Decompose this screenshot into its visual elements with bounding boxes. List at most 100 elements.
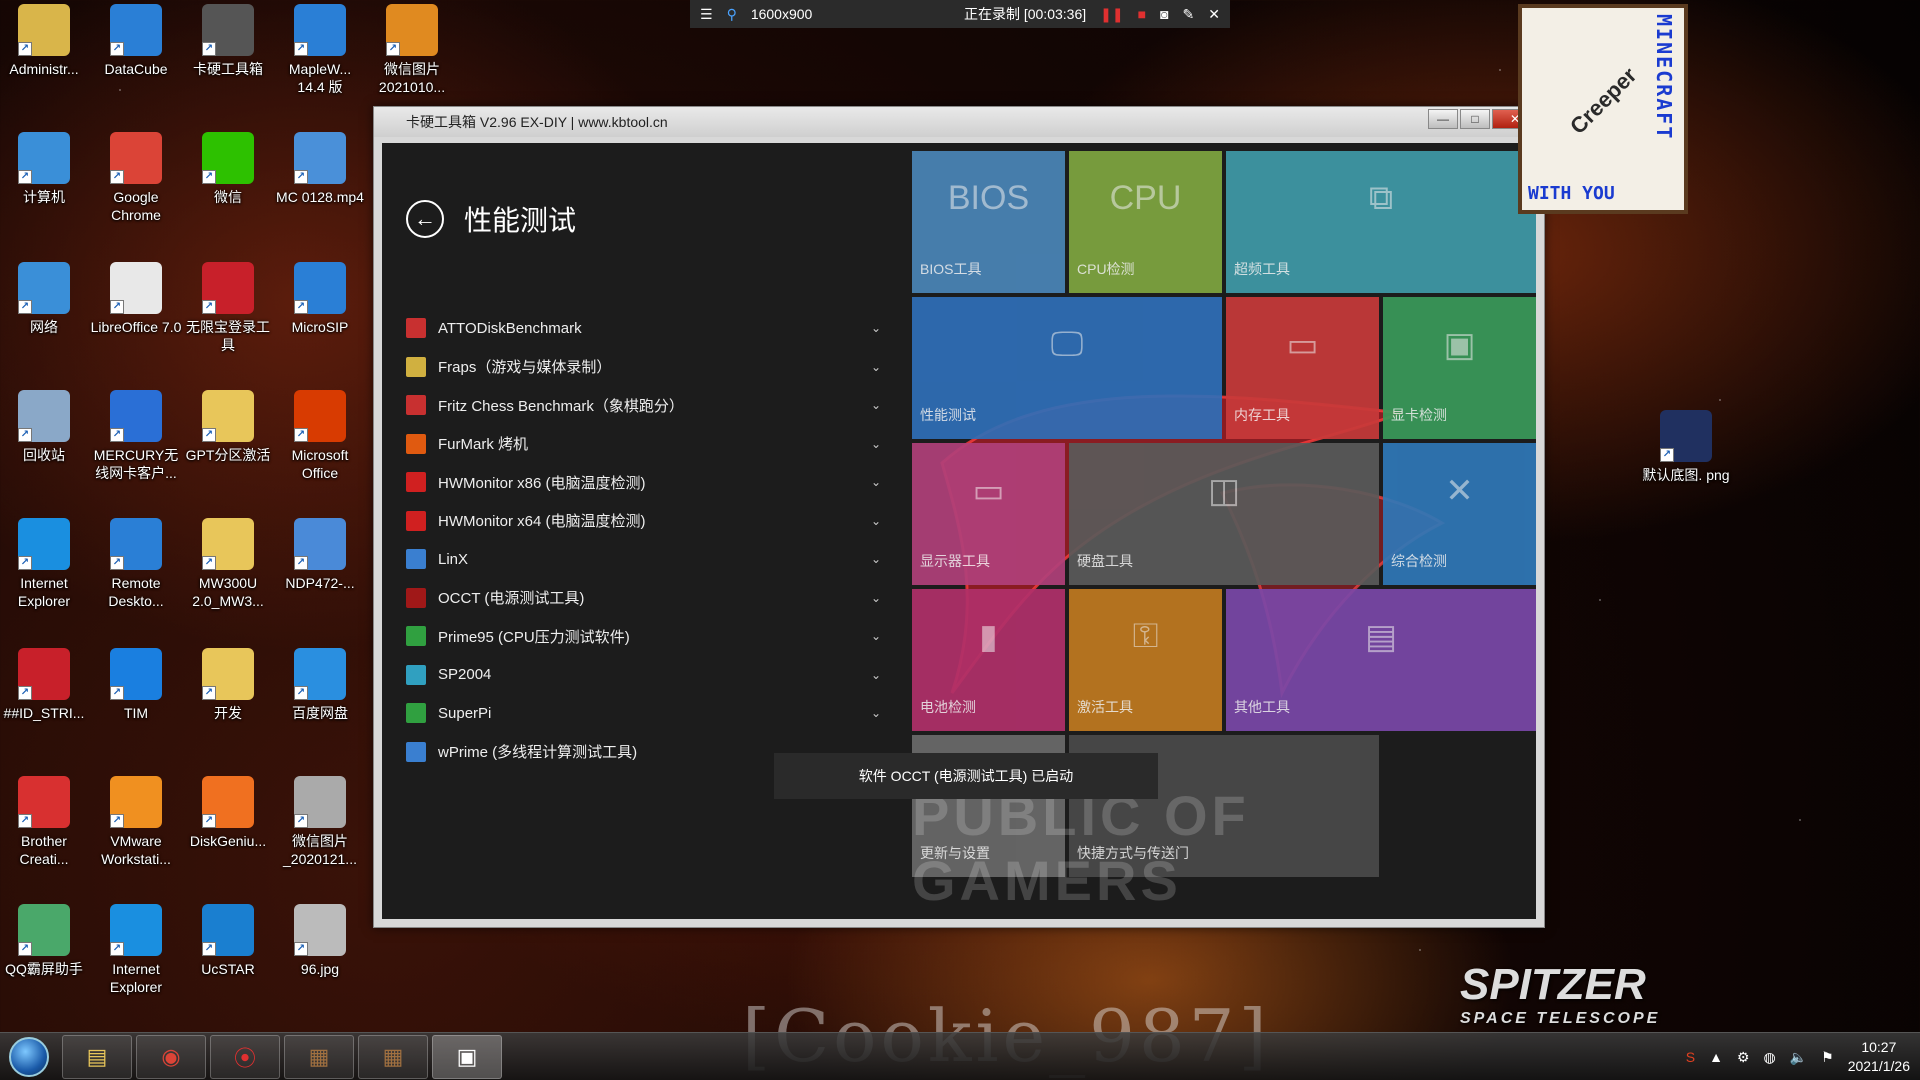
desktop-icon-29[interactable]: ↗ QQ霸屏助手: [0, 904, 90, 978]
hamburger-icon[interactable]: ☰: [700, 6, 713, 23]
desktop-icon-28[interactable]: ↗ 微信图片 _2020121...: [274, 776, 366, 868]
tile-memory[interactable]: ▭ 内存工具: [1226, 297, 1379, 439]
tool-list-item[interactable]: Fraps（游戏与媒体录制） ⌄: [406, 348, 886, 387]
desktop-icon-14[interactable]: ↗ MERCURY无线网卡客户...: [90, 390, 182, 482]
tool-list-item[interactable]: FurMark 烤机 ⌄: [406, 425, 886, 464]
chevron-down-icon[interactable]: ⌄: [866, 360, 886, 374]
desktop-icon-2[interactable]: ↗ 卡硬工具箱: [182, 4, 274, 78]
desktop-icon-20[interactable]: ↗ NDP472-...: [274, 518, 366, 592]
desktop-icon-label: 微信图片 _2020121...: [283, 833, 357, 867]
tile-bios[interactable]: BIOS BIOS工具: [912, 151, 1065, 293]
tile-monitor[interactable]: ▭ 显示器工具: [912, 443, 1065, 585]
tile-performance[interactable]: 🖵 性能测试: [912, 297, 1222, 439]
action-center-icon[interactable]: ⚑: [1821, 1049, 1834, 1066]
tool-list-item[interactable]: SuperPi ⌄: [406, 694, 886, 733]
tool-list-item[interactable]: SP2004 ⌄: [406, 656, 886, 695]
pin-icon[interactable]: ⚲: [727, 6, 737, 23]
chevron-down-icon[interactable]: ⌄: [866, 321, 886, 335]
desktop-icon-6[interactable]: ↗ Google Chrome: [90, 132, 182, 224]
tray-expand-icon[interactable]: ▲: [1709, 1049, 1723, 1065]
desktop-icon-21[interactable]: ↗ ##ID_STRI...: [0, 648, 90, 722]
chevron-down-icon[interactable]: ⌄: [866, 398, 886, 412]
desktop-icon-31[interactable]: ↗ UcSTAR: [182, 904, 274, 978]
chevron-down-icon[interactable]: ⌄: [866, 629, 886, 643]
tile-cpu[interactable]: CPU CPU检测: [1069, 151, 1222, 293]
desktop-icon-25[interactable]: ↗ Brother Creati...: [0, 776, 90, 868]
back-arrow-icon[interactable]: ←: [406, 200, 444, 238]
desktop-icon-3[interactable]: ↗ MapleW... 14.4 版: [274, 4, 366, 96]
close-icon[interactable]: ✕: [1208, 6, 1220, 23]
desktop-icon-9[interactable]: ↗ 网络: [0, 262, 90, 336]
desktop-icon-32[interactable]: ↗ 96.jpg: [274, 904, 366, 978]
window-titlebar[interactable]: 卡硬工具箱 V2.96 EX-DIY | www.kbtool.cn — □ ✕: [374, 107, 1544, 137]
desktop-icon-26[interactable]: ↗ VMware Workstati...: [90, 776, 182, 868]
desktop-icon-33[interactable]: ↗ 默认底图. png: [1640, 410, 1732, 484]
desktop-icon-30[interactable]: ↗ Internet Explorer: [90, 904, 182, 996]
tile-diagnostic[interactable]: ✕ 综合检测: [1383, 443, 1536, 585]
network-tray-icon[interactable]: ⚙: [1737, 1049, 1750, 1066]
volume-icon[interactable]: 🔈: [1790, 1049, 1807, 1066]
desktop-icon-7[interactable]: ↗ 微信: [182, 132, 274, 206]
desktop-icon-19[interactable]: ↗ MW300U 2.0_MW3...: [182, 518, 274, 610]
chrome-taskbar-icon[interactable]: ◉: [136, 1034, 206, 1079]
desktop-icon-15[interactable]: ↗ GPT分区激活: [182, 390, 274, 464]
desktop-icon-18[interactable]: ↗ Remote Deskto...: [90, 518, 182, 610]
maximize-button[interactable]: □: [1460, 109, 1490, 129]
tool-list-item[interactable]: OCCT (电源测试工具) ⌄: [406, 579, 886, 618]
desktop-icon-13[interactable]: ↗ 回收站: [0, 390, 90, 464]
stop-icon[interactable]: ■: [1138, 6, 1146, 22]
recorder-taskbar-icon[interactable]: ⦿: [210, 1034, 280, 1079]
desktop-icon-12[interactable]: ↗ MicroSIP: [274, 262, 366, 336]
desktop-icon-10[interactable]: ↗ LibreOffice 7.0: [90, 262, 182, 336]
tool-list-item[interactable]: HWMonitor x86 (电脑温度检测) ⌄: [406, 463, 886, 502]
tile-activation[interactable]: ⚿ 激活工具: [1069, 589, 1222, 731]
chevron-down-icon[interactable]: ⌄: [866, 706, 886, 720]
chevron-down-icon[interactable]: ⌄: [866, 591, 886, 605]
desktop-icon-24[interactable]: ↗ 百度网盘: [274, 648, 366, 722]
sogou-input-icon[interactable]: S: [1686, 1049, 1695, 1065]
tile-overclock[interactable]: ⧉ 超频工具: [1226, 151, 1536, 293]
desktop-icon-4[interactable]: ↗ 微信图片 2021010...: [366, 4, 458, 96]
desktop-icon-17[interactable]: ↗ Internet Explorer: [0, 518, 90, 610]
desktop-icon-label: VMware Workstati...: [101, 833, 171, 867]
chevron-down-icon[interactable]: ⌄: [866, 514, 886, 528]
tool-list-item[interactable]: ATTODiskBenchmark ⌄: [406, 309, 886, 348]
camera-icon[interactable]: ◙: [1160, 6, 1168, 22]
desktop-icon-27[interactable]: ↗ DiskGeniu...: [182, 776, 274, 850]
globe-tray-icon[interactable]: ◍: [1763, 1049, 1775, 1066]
chevron-down-icon[interactable]: ⌄: [866, 552, 886, 566]
pause-icon[interactable]: ❚❚: [1100, 6, 1123, 23]
desktop-icon-23[interactable]: ↗ 开发: [182, 648, 274, 722]
tool-list-label: HWMonitor x64 (电脑温度检测): [438, 513, 646, 531]
explorer-taskbar-icon[interactable]: ▤: [62, 1034, 132, 1079]
minecraft-taskbar-icon[interactable]: ▦: [284, 1034, 354, 1079]
tool-list-item[interactable]: Fritz Chess Benchmark（象棋跑分） ⌄: [406, 386, 886, 425]
tool-list-item[interactable]: LinX ⌄: [406, 540, 886, 579]
shortcut-arrow-icon: ↗: [1660, 448, 1674, 462]
shortcut-arrow-icon: ↗: [202, 170, 216, 184]
wechat-icon: ↗: [202, 132, 254, 184]
chevron-down-icon[interactable]: ⌄: [866, 437, 886, 451]
pen-icon[interactable]: ✎: [1183, 6, 1195, 23]
desktop-icon-8[interactable]: ↗ MC 0128.mp4: [274, 132, 366, 206]
desktop-icon-22[interactable]: ↗ TIM: [90, 648, 182, 722]
tool-list-item[interactable]: HWMonitor x64 (电脑温度检测) ⌄: [406, 502, 886, 541]
tile-gpu[interactable]: ▣ 显卡检测: [1383, 297, 1536, 439]
desktop-icon-0[interactable]: ↗ Administr...: [0, 4, 90, 78]
tile-other[interactable]: ▤ 其他工具: [1226, 589, 1536, 731]
minimize-button[interactable]: —: [1428, 109, 1458, 129]
clock[interactable]: 10:27 2021/1/26: [1848, 1038, 1910, 1076]
kbtool-taskbar-icon[interactable]: ▣: [432, 1034, 502, 1079]
start-button[interactable]: [0, 1034, 58, 1080]
tool-list-item[interactable]: Prime95 (CPU压力测试软件) ⌄: [406, 617, 886, 656]
desktop-icon-5[interactable]: ↗ 计算机: [0, 132, 90, 206]
desktop-icon-1[interactable]: ↗ DataCube: [90, 4, 182, 78]
chevron-down-icon[interactable]: ⌄: [866, 475, 886, 489]
desktop-icon-11[interactable]: ↗ 无限宝登录工具: [182, 262, 274, 354]
tile-battery[interactable]: ▮ 电池检测: [912, 589, 1065, 731]
minecraft-taskbar-icon-2[interactable]: ▦: [358, 1034, 428, 1079]
taskbar: ▤ ◉ ⦿ ▦ ▦ ▣ S ▲ ⚙ ◍ 🔈 ⚑ 10:27 2021/1/26: [0, 1032, 1920, 1080]
chevron-down-icon[interactable]: ⌄: [866, 668, 886, 682]
tile-disk[interactable]: ◫ 硬盘工具: [1069, 443, 1379, 585]
desktop-icon-16[interactable]: ↗ Microsoft Office: [274, 390, 366, 482]
